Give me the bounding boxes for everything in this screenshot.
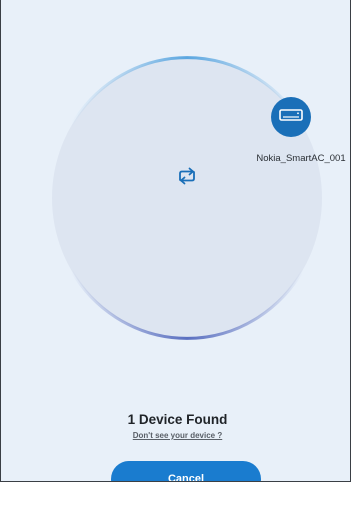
air-conditioner-icon [279,109,303,121]
device-name-label: Nokia_SmartAC_001 [256,153,346,164]
dont-see-device-link[interactable]: Don't see your device ? [1,431,350,440]
scan-refresh-icon[interactable] [172,161,202,191]
devices-found-title: 1 Device Found [127,412,228,427]
device-ac-button[interactable] [271,97,311,137]
device-scan-screen: Nokia_SmartAC_001 1 Device Found Don't s… [0,0,351,482]
cancel-button[interactable]: Cancel [111,461,261,481]
